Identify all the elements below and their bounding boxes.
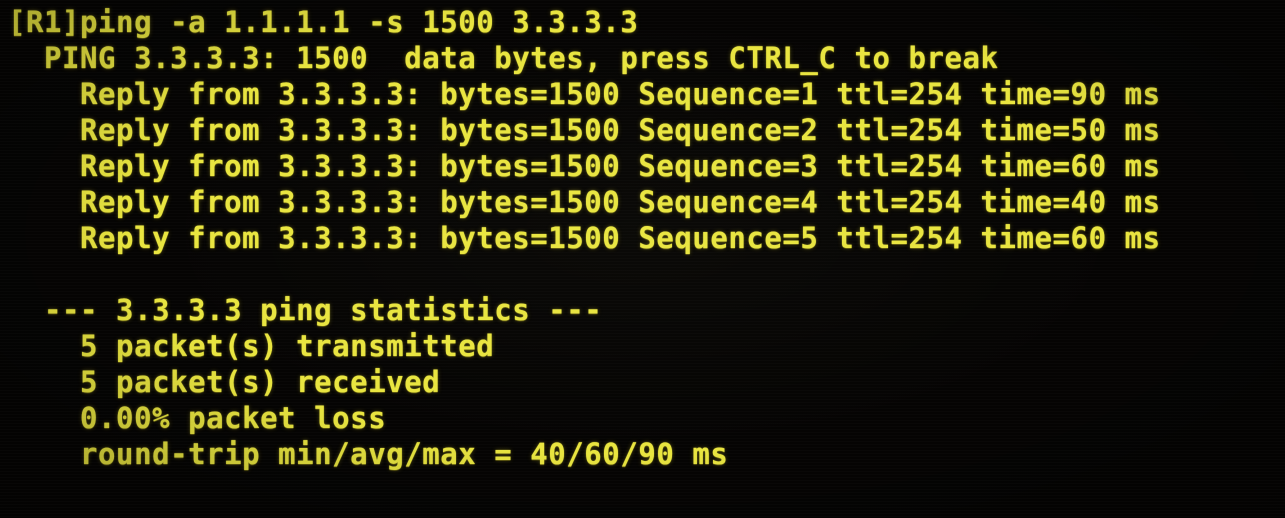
packets-received-line: 5 packet(s) received (8, 365, 441, 399)
command-line: [R1]ping -a 1.1.1.1 -s 1500 3.3.3.3 (8, 5, 639, 39)
packets-transmitted-line: 5 packet(s) transmitted (8, 329, 495, 363)
ping-reply-line: Reply from 3.3.3.3: bytes=1500 Sequence=… (8, 185, 1161, 219)
console-output[interactable]: [R1]ping -a 1.1.1.1 -s 1500 3.3.3.3 PING… (0, 0, 1285, 472)
ping-reply-line: Reply from 3.3.3.3: bytes=1500 Sequence=… (8, 221, 1161, 255)
packet-loss-line: 0.00% packet loss (8, 401, 387, 435)
statistics-header-line: --- 3.3.3.3 ping statistics --- (8, 293, 603, 327)
ping-reply-line: Reply from 3.3.3.3: bytes=1500 Sequence=… (8, 149, 1161, 183)
ping-reply-line: Reply from 3.3.3.3: bytes=1500 Sequence=… (8, 77, 1161, 111)
round-trip-line: round-trip min/avg/max = 40/60/90 ms (8, 437, 729, 471)
ping-banner-line: PING 3.3.3.3: 1500 data bytes, press CTR… (8, 41, 999, 75)
ping-reply-line: Reply from 3.3.3.3: bytes=1500 Sequence=… (8, 113, 1161, 147)
terminal-window[interactable]: [R1]ping -a 1.1.1.1 -s 1500 3.3.3.3 PING… (0, 0, 1285, 518)
